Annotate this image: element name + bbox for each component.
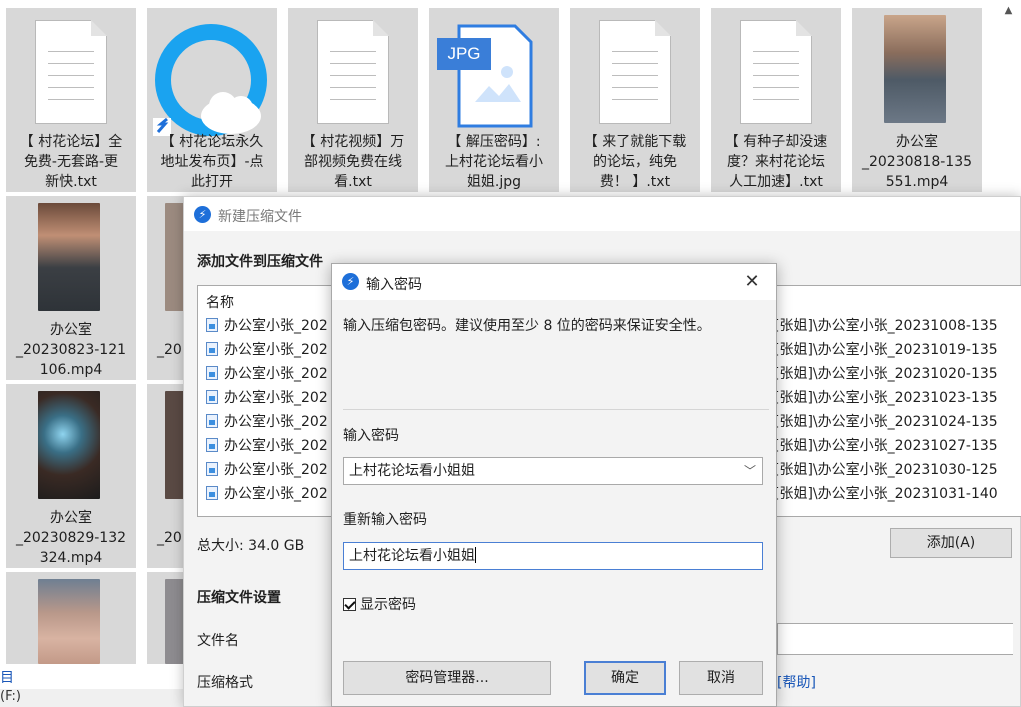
cancel-button[interactable]: 取消 xyxy=(679,661,763,695)
video-file-icon xyxy=(206,414,218,428)
selection-bar: 目 xyxy=(0,664,186,689)
divider xyxy=(343,409,769,410)
file-caption: 【 村花论坛】全 免费-无套路-更 新快.txt xyxy=(19,134,123,190)
enter-password-label: 输入密码 xyxy=(343,428,399,444)
jpg-badge: JPG xyxy=(437,38,491,70)
video-file-icon xyxy=(206,366,218,380)
file-name: 办公室小张_202 xyxy=(224,366,328,382)
video-thumbnail xyxy=(38,203,100,311)
file-path: [张姐]\办公室小张_20231020-135 xyxy=(774,366,998,382)
text-file-icon xyxy=(740,20,812,124)
browser-shortcut-icon xyxy=(153,24,267,136)
file-path: [张姐]\办公室小张_20231027-135 xyxy=(774,438,998,454)
filename-input[interactable] xyxy=(777,623,1013,655)
add-files-heading: 添加文件到压缩文件 xyxy=(197,254,323,270)
file-caption: 办公室 _20230818-135 551.mp4 xyxy=(861,134,973,190)
file-tile[interactable]: 办公室 _20230829-132 324.mp4 xyxy=(6,384,136,568)
file-tile[interactable]: 【 来了就能下载 的论坛，纯免 费！ 】.txt xyxy=(570,8,700,192)
file-path: [张姐]\办公室小张_20231023-135 xyxy=(774,390,998,406)
password-manager-button[interactable]: 密码管理器... xyxy=(343,661,551,695)
close-icon[interactable]: ✕ xyxy=(738,268,766,296)
video-thumbnail xyxy=(884,15,946,123)
ok-button[interactable]: 确定 xyxy=(584,661,666,695)
password-dialog: ⚡ 输入密码 ✕ 输入压缩包密码。建议使用至少 8 位的密码来保证安全性。 输入… xyxy=(331,263,777,707)
file-path: [张姐]\办公室小张_20231030-125 xyxy=(774,462,998,478)
reenter-password-label: 重新输入密码 xyxy=(343,512,427,528)
dialog-title: 输入密码 xyxy=(366,277,422,293)
text-file-icon xyxy=(35,20,107,124)
status-bar: (F:) xyxy=(0,689,186,707)
file-tile[interactable]: 【 有种子却没速 度？来村花论坛 人工加速】.txt xyxy=(711,8,841,192)
archiver-app-icon: ⚡ xyxy=(342,273,359,290)
password-hint: 输入压缩包密码。建议使用至少 8 位的密码来保证安全性。 xyxy=(343,318,711,334)
file-tile[interactable]: 办公室 _20230818-135 551.mp4 xyxy=(852,8,982,192)
text-file-icon xyxy=(599,20,671,124)
show-password-checkbox[interactable]: 显示密码 xyxy=(343,594,416,614)
file-tile[interactable] xyxy=(6,572,136,664)
file-name: 办公室小张_202 xyxy=(224,318,328,334)
dialog-title: 新建压缩文件 xyxy=(218,209,302,225)
video-thumbnail xyxy=(38,391,100,499)
video-file-icon xyxy=(206,486,218,500)
show-password-label: 显示密码 xyxy=(360,597,416,613)
file-caption: 【 解压密码】: 上村花论坛看小 姐姐.jpg xyxy=(445,134,543,190)
file-caption: 【 来了就能下载 的论坛，纯免 费！ 】.txt xyxy=(583,134,687,190)
chevron-down-icon[interactable]: ﹀ xyxy=(744,458,756,484)
video-file-icon xyxy=(206,342,218,356)
reenter-password-input[interactable]: 上村花论坛看小姐姐 xyxy=(343,542,763,570)
file-caption: 办公室 _20230829-132 324.mp4 xyxy=(15,510,127,566)
file-tile[interactable]: 【 村花论坛永久 地址发布页】-点 此打开 xyxy=(147,8,277,192)
column-header-name[interactable]: 名称 xyxy=(206,292,234,312)
file-caption: 【 村花论坛永久 地址发布页】-点 此打开 xyxy=(160,134,264,190)
file-caption: 【 有种子却没速 度？来村花论坛 人工加速】.txt xyxy=(724,134,828,190)
text-file-icon xyxy=(317,20,389,124)
dialog-titlebar[interactable]: ⚡ 输入密码 ✕ xyxy=(332,264,776,300)
reenter-password-value: 上村花论坛看小姐姐 xyxy=(349,548,475,564)
password-value: 上村花论坛看小姐姐 xyxy=(349,463,475,479)
file-caption: 【 村花视频】万 部视频免费在线 看.txt xyxy=(301,134,405,190)
file-caption: 办公室 _20230823-121 106.mp4 xyxy=(15,322,127,378)
video-thumbnail xyxy=(165,391,185,499)
file-name: 办公室小张_202 xyxy=(224,414,328,430)
file-tile[interactable]: 【 村花视频】万 部视频免费在线 看.txt xyxy=(288,8,418,192)
file-path: [张姐]\办公室小张_20231008-135 xyxy=(774,318,998,334)
text-caret xyxy=(475,547,476,563)
drive-label: (F:) xyxy=(0,689,21,704)
video-thumbnail xyxy=(165,203,185,311)
video-file-icon xyxy=(206,438,218,452)
format-label: 压缩格式 xyxy=(197,675,253,691)
file-name: 办公室小张_202 xyxy=(224,390,328,406)
file-name: 办公室小张_202 xyxy=(224,462,328,478)
filename-label: 文件名 xyxy=(197,633,239,649)
video-thumbnail xyxy=(165,579,185,664)
password-combobox[interactable]: 上村花论坛看小姐姐 ﹀ xyxy=(343,457,763,485)
file-tile[interactable]: 【 村花论坛】全 免费-无套路-更 新快.txt xyxy=(6,8,136,192)
file-path: [张姐]\办公室小张_20231031-140 xyxy=(774,486,998,502)
video-file-icon xyxy=(206,318,218,332)
dialog-titlebar[interactable]: ⚡ 新建压缩文件 xyxy=(184,197,1020,231)
file-tile[interactable]: 办公室 _20230823-121 106.mp4 xyxy=(6,196,136,380)
video-file-icon xyxy=(206,390,218,404)
file-path: [张姐]\办公室小张_20231019-135 xyxy=(774,342,998,358)
scroll-up-button[interactable]: ▲ xyxy=(996,0,1021,22)
video-thumbnail xyxy=(38,579,100,664)
file-name: 办公室小张_202 xyxy=(224,486,328,502)
selection-label: 目 xyxy=(0,670,14,686)
help-link[interactable]: [帮助] xyxy=(777,672,816,692)
file-path: [张姐]\办公室小张_20231024-135 xyxy=(774,414,998,430)
file-name: 办公室小张_202 xyxy=(224,342,328,358)
file-name: 办公室小张_202 xyxy=(224,438,328,454)
checkbox-checked-icon xyxy=(343,598,356,611)
archive-settings-heading: 压缩文件设置 xyxy=(197,590,281,606)
video-file-icon xyxy=(206,462,218,476)
file-tile[interactable]: JPG 【 解压密码】: 上村花论坛看小 姐姐.jpg xyxy=(429,8,559,192)
archiver-app-icon: ⚡ xyxy=(194,206,211,223)
add-button[interactable]: 添加(A) xyxy=(890,528,1012,558)
total-size: 总大小: 34.0 GB xyxy=(197,538,305,554)
